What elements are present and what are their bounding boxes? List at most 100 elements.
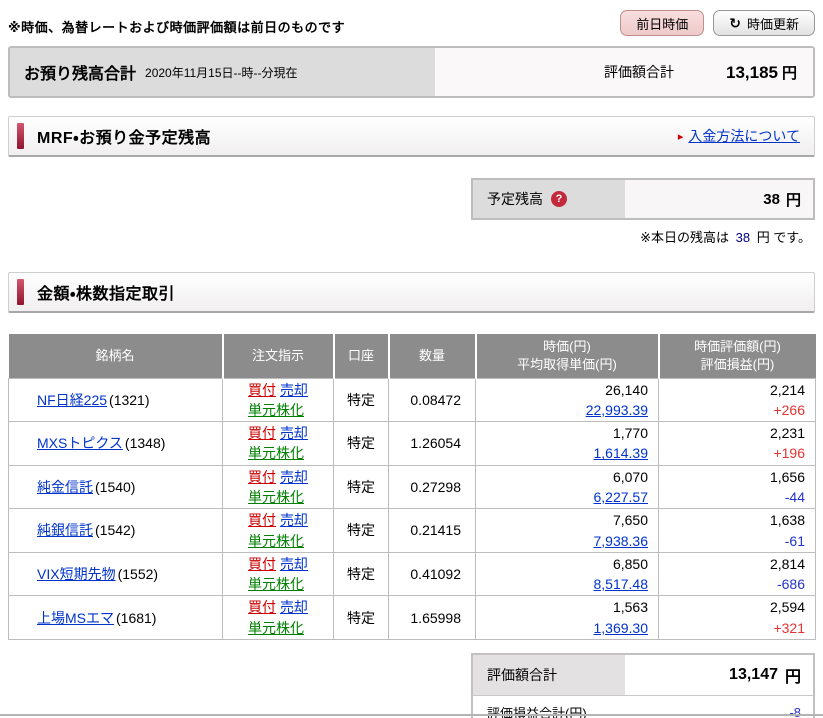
price-cell: 6,850 8,517.48 [475,551,659,597]
col-header-quantity: 数量 [388,334,477,378]
totals-box: 評価額合計 13,147 円 評価損益合計(円) -8 [471,653,815,718]
order-actions-cell: 買付 売却 単元株化 [222,421,334,466]
avg-cost-link[interactable]: 8,517.48 [594,576,649,592]
deposit-balance-bar: お預り残高合計 2020年11月15日--時--分現在 評価額合計 13,185… [8,46,815,98]
unit-share-link[interactable]: 単元株化 [248,576,304,592]
unit-share-link[interactable]: 単元株化 [248,402,304,418]
sell-link[interactable]: 売却 [280,599,308,615]
order-actions-cell: 買付 売却 単元株化 [222,377,334,423]
total-valuation-unit: 円 [781,64,797,82]
avg-cost-link[interactable]: 1,369.30 [594,620,649,636]
account-type: 特定 [333,595,389,641]
deposit-balance-right: 評価額合計 13,185 円 [435,48,813,96]
total-pl-value: -8 [789,705,801,718]
refresh-price-button[interactable]: ↻ 時価更新 [713,10,815,36]
buy-link[interactable]: 買付 [248,382,276,398]
profit-loss: -44 [784,488,805,505]
account-type: 特定 [333,421,389,466]
toolbar-buttons: 前日時価 ↻ 時価更新 [620,8,815,36]
total-value-label: 評価額合計 [473,655,625,696]
sell-link[interactable]: 売却 [280,556,308,572]
total-value-unit: 円 [784,669,801,687]
quantity: 0.21415 [388,508,476,553]
market-value: 1,638 [769,512,805,529]
account-type: 特定 [333,551,389,597]
section-accent-bar [17,279,24,305]
security-code: (1348) [124,435,166,452]
sell-link[interactable]: 売却 [280,425,308,441]
sell-link[interactable]: 売却 [280,469,308,485]
buy-link[interactable]: 買付 [248,469,276,485]
holding-row: 純銀信託 (1542) 買付 売却 単元株化 特定 0.21415 7,650 7… [8,508,816,553]
price-cell: 1,563 1,369.30 [475,595,659,641]
sell-link[interactable]: 売却 [280,382,308,398]
market-price: 6,070 [612,468,648,485]
trade-section-title: 金額・株数指定取引 [37,286,175,303]
holding-row: NF日経225 (1321) 買付 売却 単元株化 特定 0.08472 26,1… [8,377,816,423]
price-cell: 1,770 1,614.39 [475,421,659,466]
buy-link[interactable]: 買付 [248,556,276,572]
security-link[interactable]: 上場MSエマ [37,610,114,626]
avg-cost-link[interactable]: 6,227.57 [594,489,649,505]
unit-share-link[interactable]: 単元株化 [248,533,304,549]
value-cell: 1,656 -44 [658,464,816,510]
col-header-value: 時価評価額(円) 評価損益(円) [658,334,816,378]
col-header-security: 銘柄名 [8,334,224,378]
holding-row: 上場MSエマ (1681) 買付 売却 単元株化 特定 1.65998 1,563… [8,595,816,641]
value-cell: 2,594 +321 [658,595,816,641]
value-cell: 1,638 -61 [658,508,816,553]
price-cell: 7,650 7,938.36 [475,508,659,553]
prev-day-price-button[interactable]: 前日時価 [620,10,705,36]
order-actions-cell: 買付 売却 単元株化 [222,508,334,553]
buy-link[interactable]: 買付 [248,425,276,441]
security-cell: MXSトピクス (1348) [8,421,223,466]
asof-datetime: 2020年11月15日--時--分現在 [145,65,298,80]
profit-loss: -686 [776,576,805,593]
security-link[interactable]: 純金信託 [37,479,93,495]
security-code: (1542) [95,522,136,539]
total-value-row: 評価額合計 13,147 円 [473,655,813,697]
profit-loss: +266 [773,401,805,418]
pending-balance-unit: 円 [785,191,801,209]
value-cell: 2,214 +266 [658,377,816,423]
price-cell: 26,140 22,993.39 [475,377,659,423]
quantity: 1.26054 [388,421,476,466]
security-link[interactable]: NF日経225 [37,392,107,408]
pending-balance-label-cell: 予定残高 ? [473,180,625,218]
security-cell: NF日経225 (1321) [8,377,223,423]
quantity: 0.27298 [388,464,476,510]
unit-share-link[interactable]: 単元株化 [248,489,304,505]
market-price: 1,563 [612,599,648,616]
buy-link[interactable]: 買付 [248,512,276,528]
arrow-right-icon: ▸ [677,130,684,143]
avg-cost-link[interactable]: 7,938.36 [594,533,649,549]
section-accent-bar [17,123,24,149]
today-balance-note-suffix: 円 です。 [756,230,811,245]
holdings-header-row: 銘柄名 注文指示 口座 数量 時価(円) 平均取得単価(円) 時価評価額(円) 評価… [8,334,816,378]
market-value: 2,594 [769,599,805,616]
holding-row: MXSトピクス (1348) 買付 売却 単元株化 特定 1.26054 1,77… [8,421,816,466]
buy-link[interactable]: 買付 [248,599,276,615]
unit-share-link[interactable]: 単元株化 [248,620,304,636]
sell-link[interactable]: 売却 [280,512,308,528]
security-code: (1681) [116,609,157,626]
pending-balance-value: 38 [763,190,780,208]
avg-cost-link[interactable]: 1,614.39 [594,445,649,461]
trade-section-header: 金額・株数指定取引 [8,272,815,313]
help-icon[interactable]: ? [551,191,567,207]
security-link[interactable]: 純銀信託 [37,522,93,538]
avg-cost-link[interactable]: 22,993.39 [586,402,648,418]
market-price: 26,140 [605,381,648,398]
market-value: 1,656 [769,468,805,485]
prev-day-price-label: 前日時価 [636,16,689,32]
quantity: 0.41092 [388,551,476,597]
total-valuation-value: 13,185 円 [725,62,797,82]
security-link[interactable]: MXSトピクス [37,435,123,451]
security-cell: 純銀信託 (1542) [8,508,223,553]
unit-share-link[interactable]: 単元株化 [248,445,304,461]
deposit-method-link[interactable]: 入金方法について [688,126,800,146]
security-link[interactable]: VIX短期先物 [37,566,116,582]
order-actions-cell: 買付 売却 単元株化 [222,551,334,597]
account-type: 特定 [333,508,389,553]
profit-loss: -61 [784,532,805,549]
